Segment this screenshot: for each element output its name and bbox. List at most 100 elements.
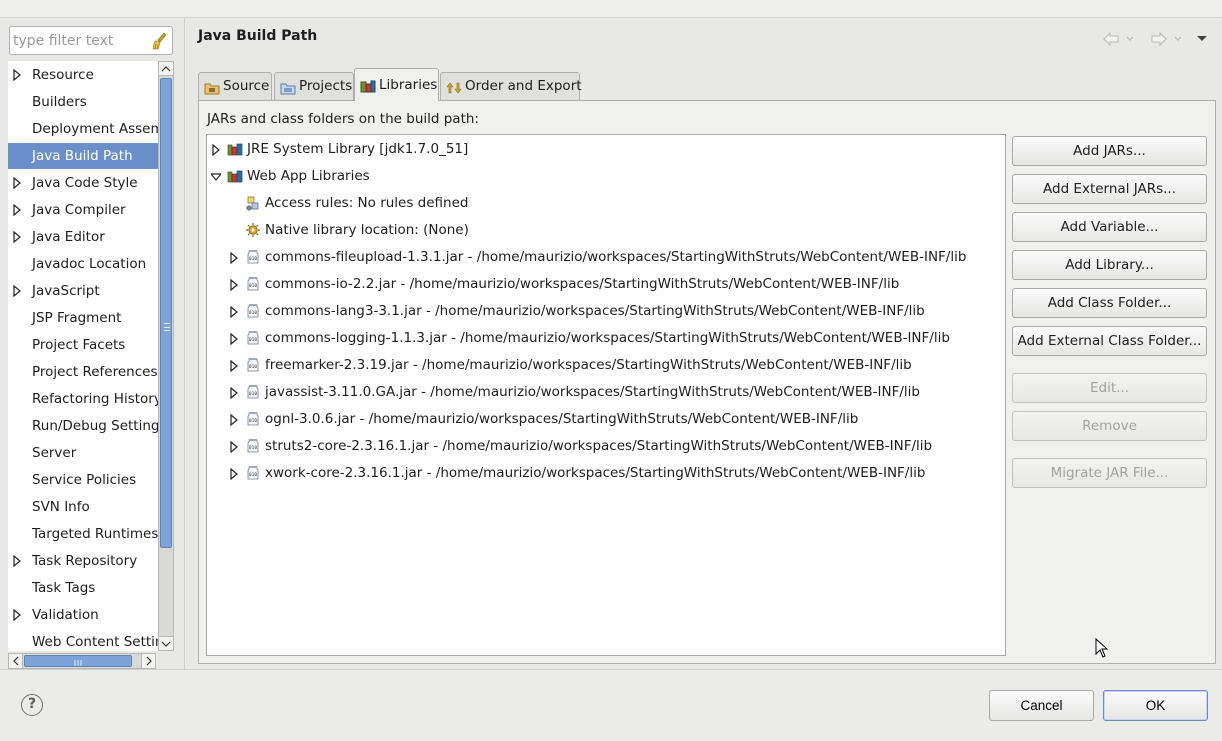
sidebar-item[interactable]: Refactoring History: [8, 386, 158, 412]
build-path-tree[interactable]: JRE System Library [jdk1.7.0_51] Web App …: [206, 134, 1006, 656]
expand-arrow-icon[interactable]: [229, 360, 239, 372]
svg-text:010: 010: [249, 364, 257, 370]
nav-vertical-scrollbar[interactable]: [158, 61, 174, 651]
nav-horizontal-scrollbar[interactable]: [8, 653, 156, 669]
expand-arrow-icon[interactable]: [12, 69, 22, 81]
history-navigation[interactable]: [1100, 30, 1210, 48]
sidebar-item[interactable]: Builders: [8, 89, 158, 115]
tree-row[interactable]: Web App Libraries: [207, 163, 1005, 190]
filter-input[interactable]: [13, 31, 145, 51]
sidebar-item[interactable]: Task Repository: [8, 548, 158, 574]
jar-icon: 010: [247, 439, 259, 453]
scroll-up-button[interactable]: [159, 62, 173, 76]
expand-arrow-icon[interactable]: [211, 144, 221, 156]
sidebar-item[interactable]: Java Code Style: [8, 170, 158, 196]
svg-text:010: 010: [249, 256, 257, 262]
expand-arrow-icon[interactable]: [12, 231, 22, 243]
expand-arrow-icon[interactable]: [229, 279, 239, 291]
remove-button[interactable]: Remove: [1012, 411, 1207, 441]
tree-row[interactable]: 010 struts2-core-2.3.16.1.jar - /home/mau…: [207, 433, 1005, 460]
tree-row[interactable]: 010 commons-io-2.2.jar - /home/maurizio/w…: [207, 271, 1005, 298]
sidebar-item[interactable]: JavaScript: [8, 278, 158, 304]
expand-arrow-icon[interactable]: [229, 306, 239, 318]
edit-button[interactable]: Edit...: [1012, 373, 1207, 403]
sidebar-item[interactable]: Deployment Assembly: [8, 116, 158, 142]
filter-field[interactable]: [9, 26, 173, 55]
sidebar-item[interactable]: Validation: [8, 602, 158, 628]
sidebar-item[interactable]: Web Content Settings: [8, 629, 158, 651]
migrate-jar-button[interactable]: Migrate JAR File...: [1012, 458, 1207, 488]
expand-arrow-icon[interactable]: [12, 177, 22, 189]
expand-arrow-icon[interactable]: [229, 414, 239, 426]
expand-arrow-icon[interactable]: [12, 609, 22, 621]
clear-filter-icon[interactable]: [152, 32, 168, 50]
tree-row[interactable]: Native library location: (None): [207, 217, 1005, 244]
tree-row[interactable]: 010 freemarker-2.3.19.jar - /home/maurizi…: [207, 352, 1005, 379]
collapse-arrow-icon[interactable]: [211, 171, 221, 183]
add-external-class-folder-button[interactable]: Add External Class Folder...: [1012, 326, 1207, 356]
sidebar-item[interactable]: SVN Info: [8, 494, 158, 520]
sidebar-item[interactable]: Targeted Runtimes: [8, 521, 158, 547]
tree-row[interactable]: 010 commons-lang3-3.1.jar - /home/maurizi…: [207, 298, 1005, 325]
chevron-down-icon: [161, 641, 171, 647]
add-external-jars-button[interactable]: Add External JARs...: [1012, 174, 1207, 204]
tree-row[interactable]: 010 javassist-3.11.0.GA.jar - /home/mauri…: [207, 379, 1005, 406]
sidebar-item[interactable]: Java Build Path: [8, 143, 158, 169]
hscroll-thumb[interactable]: [24, 655, 132, 667]
sidebar-item[interactable]: Java Editor: [8, 224, 158, 250]
expand-arrow-icon[interactable]: [12, 204, 22, 216]
add-class-folder-button[interactable]: Add Class Folder...: [1012, 288, 1207, 318]
forward-arrow-icon[interactable]: [1151, 31, 1182, 47]
jar-icon: 010: [247, 385, 259, 399]
sidebar-item[interactable]: Javadoc Location: [8, 251, 158, 277]
sidebar-item-label: Service Policies: [32, 472, 137, 488]
cancel-button[interactable]: Cancel: [989, 690, 1094, 721]
add-jars-button[interactable]: Add JARs...: [1012, 136, 1207, 166]
scroll-right-button[interactable]: [141, 654, 155, 668]
grip-icon: [164, 323, 170, 331]
tree-row[interactable]: Access rules: No rules defined: [207, 190, 1005, 217]
sidebar-item[interactable]: Project Facets: [8, 332, 158, 358]
sidebar-item-label: Task Repository: [32, 553, 138, 569]
splitter-sash[interactable]: [184, 18, 185, 669]
sidebar-item[interactable]: Server: [8, 440, 158, 466]
tab-libraries[interactable]: Libraries: [354, 68, 439, 101]
add-library-button[interactable]: Add Library...: [1012, 250, 1207, 280]
scroll-left-button[interactable]: [9, 654, 23, 668]
expand-arrow-icon[interactable]: [229, 441, 239, 453]
expand-arrow-icon[interactable]: [229, 387, 239, 399]
tab-source[interactable]: Source: [198, 72, 272, 100]
tab-order-export[interactable]: Order and Export: [440, 72, 582, 100]
add-variable-button[interactable]: Add Variable...: [1012, 212, 1207, 242]
tab-label: Libraries: [379, 77, 438, 93]
sidebar-item[interactable]: Service Policies: [8, 467, 158, 493]
view-menu-icon[interactable]: [1197, 36, 1207, 41]
tree-row-label: javassist-3.11.0.GA.jar - /home/maurizio…: [265, 384, 920, 400]
expand-arrow-icon[interactable]: [12, 555, 22, 567]
expand-arrow-icon[interactable]: [229, 252, 239, 264]
tree-row[interactable]: 010 commons-logging-1.1.3.jar - /home/mau…: [207, 325, 1005, 352]
tree-row-label: struts2-core-2.3.16.1.jar - /home/mauriz…: [265, 438, 933, 454]
property-page-tree[interactable]: Resource Builders Deployment Assembly Java …: [8, 61, 158, 651]
scroll-thumb[interactable]: [160, 78, 172, 548]
sidebar-item[interactable]: Run/Debug Settings: [8, 413, 158, 439]
expand-arrow-icon[interactable]: [229, 333, 239, 345]
sidebar-item[interactable]: Task Tags: [8, 575, 158, 601]
sidebar-item[interactable]: Resource: [8, 62, 158, 88]
sidebar-item[interactable]: Java Compiler: [8, 197, 158, 223]
help-icon[interactable]: ?: [21, 694, 43, 716]
sidebar-item[interactable]: JSP Fragment: [8, 305, 158, 331]
expand-arrow-icon[interactable]: [229, 468, 239, 480]
ok-button[interactable]: OK: [1103, 690, 1208, 721]
tree-row[interactable]: 010 xwork-core-2.3.16.1.jar - /home/mauri…: [207, 460, 1005, 487]
scroll-down-button[interactable]: [159, 636, 173, 650]
tree-row[interactable]: 010 ognl-3.0.6.jar - /home/maurizio/works…: [207, 406, 1005, 433]
back-arrow-icon[interactable]: [1103, 31, 1134, 47]
svg-text:010: 010: [249, 337, 257, 343]
chevron-left-icon: [13, 656, 19, 666]
expand-arrow-icon[interactable]: [12, 285, 22, 297]
tree-row[interactable]: 010 commons-fileupload-1.3.1.jar - /home/…: [207, 244, 1005, 271]
tree-row[interactable]: JRE System Library [jdk1.7.0_51]: [207, 136, 1005, 163]
sidebar-item[interactable]: Project References: [8, 359, 158, 385]
tab-projects[interactable]: Projects: [274, 72, 354, 100]
